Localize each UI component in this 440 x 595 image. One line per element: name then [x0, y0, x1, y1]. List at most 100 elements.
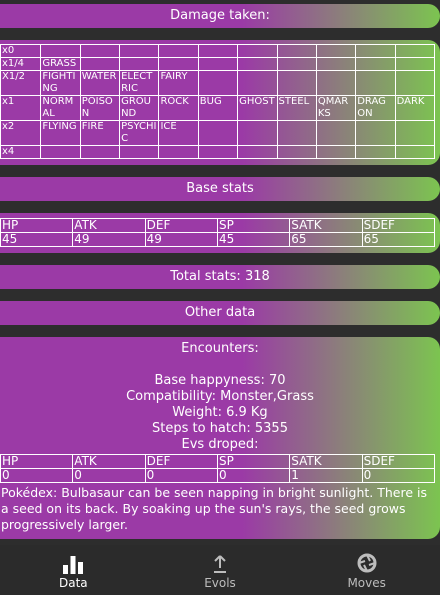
damage-type-cell	[40, 145, 81, 159]
ev-value: 0	[72, 468, 146, 483]
damage-type-cell: QMARKS	[315, 95, 357, 121]
damage-type-cell: FIRE	[79, 120, 121, 146]
nav-data-label: Data	[59, 576, 88, 590]
evs-title: Evs droped:	[181, 437, 259, 452]
nav-evols-tab[interactable]: Evols	[147, 545, 294, 595]
upload-arrow-icon	[212, 552, 228, 574]
damage-type-cell	[237, 57, 278, 71]
base-stats-panel: HP ATK DEF SP SATK SDEF 45 49 49 45 65 6…	[0, 213, 440, 253]
evs-label-row: HP ATK DEF SP SATK SDEF	[0, 454, 436, 469]
damage-type-cell	[394, 57, 436, 71]
stat-value: 49	[144, 232, 218, 247]
ev-label: HP	[0, 454, 74, 469]
damage-type-cell	[276, 44, 317, 58]
damage-type-cell: STEEL	[276, 95, 317, 121]
base-stats-header: Base stats	[0, 177, 440, 201]
damage-row: x1 NORMAL POISON GROUND ROCK BUG GHOST STEEL QMA…	[0, 95, 436, 121]
other-data-panel: Encounters: Base happyness: 70 Compatibi…	[0, 337, 440, 539]
damage-row: x2 FLYING FIRE PSYCHIC ICE	[0, 120, 436, 146]
base-stats-value-row: 45 49 49 45 65 65	[0, 232, 436, 247]
damage-type-cell	[355, 145, 396, 159]
aperture-icon	[356, 552, 378, 574]
bottom-nav: Data Evols Moves	[0, 545, 440, 595]
pokedex-text: Pokédex: Bulbasaur can be seen napping i…	[1, 485, 427, 532]
damage-type-cell: ICE	[158, 120, 199, 146]
damage-table: x0 x1/4 GRASS X1/2 FIGHTING WATER ELECTRIC FAIR…	[0, 44, 436, 159]
ev-value: 0	[0, 468, 74, 483]
damage-type-cell	[394, 44, 436, 58]
damage-type-cell	[355, 44, 396, 58]
base-stats-table: HP ATK DEF SP SATK SDEF 45 49 49 45 65 6…	[0, 218, 436, 247]
damage-taken-header: Damage taken:	[0, 4, 440, 28]
damage-type-cell	[79, 44, 121, 58]
damage-type-cell: FAIRY	[158, 70, 199, 96]
stat-label: ATK	[72, 218, 146, 233]
damage-type-cell: PSYCHIC	[119, 120, 160, 146]
damage-row: x4	[0, 145, 436, 159]
damage-type-cell	[315, 145, 357, 159]
damage-type-cell	[276, 70, 317, 96]
damage-type-cell	[315, 57, 357, 71]
encounters-label: Encounters:	[181, 341, 259, 356]
bar-chart-icon	[62, 552, 84, 574]
damage-type-cell	[315, 44, 357, 58]
base-stats-title: Base stats	[186, 181, 254, 196]
stat-value: 65	[361, 232, 436, 247]
damage-type-cell: GRASS	[40, 57, 81, 71]
damage-type-cell	[394, 145, 436, 159]
damage-type-cell	[119, 44, 160, 58]
damage-multiplier: x0	[0, 44, 42, 58]
damage-type-cell	[237, 120, 278, 146]
nav-data-tab[interactable]: Data	[0, 545, 147, 595]
total-stats-text: Total stats: 318	[170, 269, 270, 284]
ev-label: SATK	[289, 454, 363, 469]
ev-value: 1	[289, 468, 363, 483]
damage-type-cell: BUG	[197, 95, 239, 121]
stat-value: 45	[0, 232, 74, 247]
damage-type-cell	[119, 145, 160, 159]
damage-type-cell: GROUND	[119, 95, 160, 121]
damage-type-cell: DARK	[394, 95, 436, 121]
evs-value-row: 0 0 0 0 1 0	[0, 468, 436, 483]
other-data-header: Other data	[0, 301, 440, 325]
damage-type-cell	[40, 44, 81, 58]
damage-type-cell: FLYING	[40, 120, 81, 146]
ev-label: ATK	[72, 454, 146, 469]
ev-value: 0	[216, 468, 291, 483]
evs-table: HP ATK DEF SP SATK SDEF 0 0 0 0 1 0	[0, 454, 436, 483]
damage-type-cell	[276, 145, 317, 159]
damage-multiplier: x1/4	[0, 57, 42, 71]
damage-type-cell	[355, 70, 396, 96]
damage-type-cell	[276, 57, 317, 71]
stat-label: HP	[0, 218, 74, 233]
ev-value: 0	[144, 468, 218, 483]
damage-type-cell	[119, 57, 160, 71]
damage-type-cell: DRAGON	[355, 95, 396, 121]
stat-label: DEF	[144, 218, 218, 233]
stat-value: 45	[216, 232, 291, 247]
damage-taken-title: Damage taken:	[170, 8, 270, 23]
stat-value: 65	[289, 232, 363, 247]
stat-label: SATK	[289, 218, 363, 233]
damage-type-cell	[355, 57, 396, 71]
damage-type-cell	[197, 57, 239, 71]
damage-row: x0	[0, 44, 436, 58]
damage-multiplier: x4	[0, 145, 42, 159]
damage-type-cell	[79, 57, 121, 71]
total-stats-bar: Total stats: 318	[0, 265, 440, 289]
damage-multiplier: x2	[0, 120, 42, 146]
nav-moves-tab[interactable]: Moves	[293, 545, 440, 595]
damage-type-cell: WATER	[79, 70, 121, 96]
damage-type-cell	[394, 70, 436, 96]
other-data-title: Other data	[184, 305, 256, 320]
stat-label: SP	[216, 218, 291, 233]
damage-type-cell	[158, 57, 199, 71]
damage-type-cell: ROCK	[158, 95, 199, 121]
compatibility-text: Compatibility: Monster,Grass	[126, 389, 314, 404]
damage-row: X1/2 FIGHTING WATER ELECTRIC FAIRY	[0, 70, 436, 96]
damage-type-cell	[355, 120, 396, 146]
damage-type-cell	[394, 120, 436, 146]
damage-multiplier: x1	[0, 95, 42, 121]
damage-type-cell	[79, 145, 121, 159]
damage-type-cell	[315, 70, 357, 96]
